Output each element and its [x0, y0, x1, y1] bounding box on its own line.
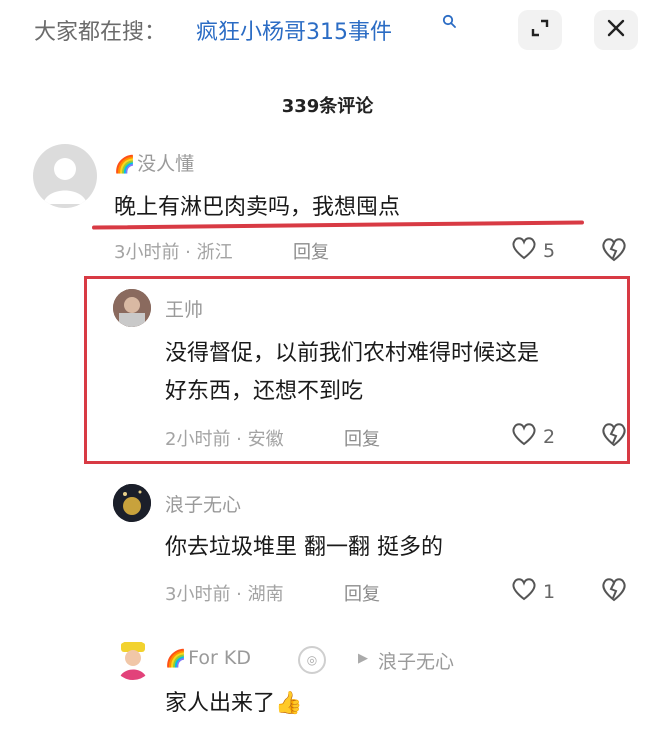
comment-username[interactable]: 王帅	[165, 295, 203, 322]
broken-heart-icon	[600, 238, 628, 266]
thumbs-up-icon: 👍	[275, 691, 303, 716]
comment-meta: 3小时前 · 浙江	[114, 242, 233, 263]
heart-icon	[511, 422, 537, 451]
comment-meta: 2小时前 · 安徽	[165, 429, 284, 450]
expand-icon	[529, 17, 551, 43]
like-button[interactable]: 2	[511, 422, 555, 451]
like-count: 1	[543, 580, 556, 603]
comment-username[interactable]: 浪子无心	[165, 490, 241, 517]
heart-icon	[511, 577, 537, 606]
avatar[interactable]	[113, 289, 151, 327]
comment-meta: 3小时前 · 湖南	[165, 584, 284, 605]
reply-target-username[interactable]: 浪子无心	[378, 647, 454, 674]
reply-arrow-icon: ▶	[358, 651, 368, 666]
dislike-button[interactable]	[600, 576, 628, 606]
reply-button[interactable]: 回复	[344, 580, 380, 606]
comment-text-line-1: 没得督促，以前我们农村难得时候这是	[165, 341, 540, 366]
avatar[interactable]	[33, 144, 97, 208]
reply-button[interactable]: 回复	[344, 425, 380, 451]
avatar[interactable]	[113, 640, 153, 680]
comment-count: 339条评论	[281, 96, 374, 117]
reply-button[interactable]: 回复	[293, 238, 329, 264]
like-count: 5	[543, 239, 556, 262]
broken-heart-icon	[600, 578, 628, 606]
dislike-button[interactable]	[600, 421, 628, 451]
broken-heart-icon	[600, 423, 628, 451]
like-button[interactable]: 5	[511, 236, 555, 265]
comment-text: 你去垃圾堆里 翻一翻 挺多的	[165, 535, 443, 560]
search-icon[interactable]	[442, 14, 456, 32]
comment-text-line-2: 好东西，还想不到吃	[165, 379, 364, 404]
username-text: For KD	[188, 647, 251, 669]
comment-text: 家人出来了👍	[165, 686, 302, 722]
like-count: 2	[543, 425, 556, 448]
comment-username[interactable]: 🌈 没人懂	[114, 149, 194, 176]
comment-text-content: 家人出来了	[165, 691, 276, 716]
comment-text: 晚上有淋巴肉卖吗，我想囤点	[114, 195, 401, 220]
search-prefix: 大家都在搜：	[34, 20, 167, 45]
reply-avatar-icon: ◎	[298, 646, 326, 674]
username-text: 没人懂	[137, 153, 195, 175]
close-icon	[606, 18, 626, 42]
dislike-button[interactable]	[600, 236, 628, 266]
like-button[interactable]: 1	[511, 577, 555, 606]
avatar[interactable]	[113, 484, 151, 522]
rainbow-badge-icon: 🌈	[165, 649, 187, 669]
top-bar: 大家都在搜： 疯狂小杨哥315事件	[0, 0, 655, 60]
expand-button[interactable]	[518, 10, 562, 50]
heart-icon	[511, 236, 537, 265]
close-button[interactable]	[594, 10, 638, 50]
search-suggestion-link[interactable]: 疯狂小杨哥315事件	[196, 14, 392, 46]
comment-username[interactable]: 🌈 For KD	[165, 647, 251, 669]
rainbow-badge-icon: 🌈	[114, 155, 136, 175]
